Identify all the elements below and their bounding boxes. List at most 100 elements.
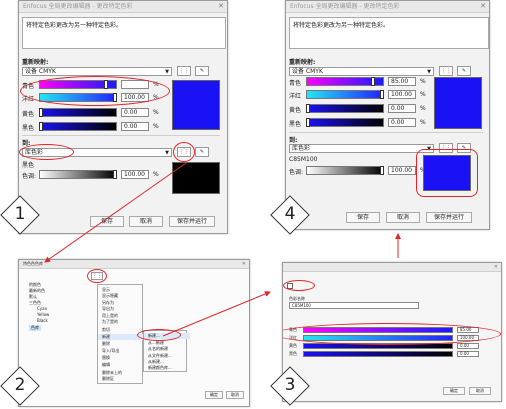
step4-save-run-button[interactable]: 保存并运行: [426, 212, 472, 223]
percent-label: %: [420, 91, 426, 98]
step1-color-picker-button[interactable]: ⋮⋮: [177, 66, 191, 76]
step1-highlight-picker: [173, 142, 195, 162]
step-badge-4: 4: [270, 195, 310, 235]
channel-label: 黄色: [289, 107, 302, 114]
tree-item-selected[interactable]: 色库: [29, 325, 41, 331]
step1-colorspace-select[interactable]: 设备 CMYK ▼: [22, 67, 172, 76]
tree-item[interactable]: Black: [37, 318, 48, 323]
tree-item[interactable]: Cyan: [37, 306, 47, 311]
step4-colorspace-value: 设备 CMYK: [292, 68, 323, 75]
black-slider[interactable]: [303, 351, 453, 357]
step2-titlebar: 特色色色库 ✕: [19, 260, 249, 269]
step-number: 1: [14, 204, 26, 224]
tint-slider[interactable]: [39, 170, 117, 179]
step-number: 2: [14, 375, 26, 395]
percent-label: %: [420, 78, 426, 85]
step1-source-swatch: [172, 80, 220, 130]
step2-highlight-new: [137, 329, 181, 341]
menu-item[interactable]: 删除区: [102, 376, 114, 382]
menu-item[interactable]: 编辑: [102, 362, 110, 368]
chevron-down-icon: ▼: [427, 69, 431, 75]
step3-ok-button[interactable]: 确定: [443, 387, 465, 395]
menu-item[interactable]: 删除: [102, 341, 110, 347]
percent-label: %: [420, 105, 426, 112]
slider-thumb[interactable]: [380, 90, 384, 99]
step1-save-run-button[interactable]: 保存并运行: [169, 216, 215, 227]
step4-save-button[interactable]: 保存: [346, 212, 380, 223]
step4-target-type-select[interactable]: 库色彩 ▼: [289, 144, 434, 153]
channel-label: 青色: [289, 80, 302, 87]
yellow-value-field[interactable]: 0.00: [388, 104, 416, 113]
step4-channel-black: 黑色 0.00 %: [289, 118, 449, 128]
step3-cancel-button[interactable]: 取消: [469, 387, 491, 395]
black-value-field[interactable]: 0.00: [388, 118, 416, 127]
submenu-item[interactable]: 从名的新建: [148, 346, 168, 352]
percent-label: %: [153, 123, 159, 130]
step1-eyedropper-button[interactable]: ✎: [195, 66, 209, 76]
black-value-field[interactable]: 0.00: [457, 351, 479, 357]
channel-label: 洋红: [289, 93, 302, 100]
step2-cancel-button[interactable]: 取消: [226, 391, 244, 399]
step1-target-swatch: [172, 162, 220, 194]
yellow-value-field[interactable]: 0.00: [457, 343, 479, 349]
step1-colorspace-value: 设备 CMYK: [25, 68, 56, 75]
step1-save-button[interactable]: 保存: [90, 216, 124, 227]
step1-tint-row: 色调: 100.00 %: [22, 170, 182, 180]
slider-thumb[interactable]: [39, 108, 43, 117]
slider-thumb[interactable]: [113, 170, 117, 179]
cyan-value-field[interactable]: 85.00: [388, 77, 416, 86]
divider: [289, 132, 483, 133]
black-slider[interactable]: [306, 118, 384, 127]
tree-item[interactable]: Yellow: [37, 312, 49, 317]
menu-item[interactable]: 为了是的: [102, 319, 118, 325]
tint-slider[interactable]: [306, 166, 384, 175]
step4-target-name: C85M100: [289, 156, 318, 163]
step1-channel-black: 黑色 0.00 %: [22, 122, 182, 132]
channel-label: 黄色: [22, 111, 35, 118]
menu-item[interactable]: 剪切: [102, 327, 110, 333]
slider-thumb[interactable]: [371, 77, 375, 86]
yellow-value-field[interactable]: 0.00: [121, 108, 149, 117]
tint-value-field[interactable]: 100.00: [121, 170, 149, 179]
slider-thumb[interactable]: [306, 118, 310, 127]
step4-to-label: 到:: [289, 137, 298, 144]
menu-item[interactable]: 替换: [102, 355, 110, 361]
yellow-slider[interactable]: [306, 104, 384, 113]
step1-cancel-button[interactable]: 取消: [129, 216, 163, 227]
close-icon[interactable]: ✕: [218, 1, 224, 12]
step4-color-picker-button[interactable]: ⋮⋮: [439, 66, 453, 76]
black-slider[interactable]: [39, 122, 117, 131]
step4-cancel-button[interactable]: 取消: [386, 212, 420, 223]
step1-title: Enfocus 全局更改编辑器 - 更改特定色彩: [23, 3, 133, 10]
step4-eyedropper-button[interactable]: ✎: [457, 66, 471, 76]
menu-item[interactable]: 显示隐藏: [102, 293, 118, 299]
slider-thumb[interactable]: [306, 104, 310, 113]
step3-name-field[interactable]: C85M100: [289, 302, 419, 309]
tint-value-field[interactable]: 100.00: [388, 166, 416, 175]
close-icon[interactable]: ✕: [480, 1, 486, 12]
slider-thumb[interactable]: [39, 122, 43, 131]
step4-dialog: Enfocus 全局更改编辑器 - 更改特定色彩 ✕ 将特定色彩更改为另一种特定色…: [285, 0, 490, 230]
magenta-value-field[interactable]: 100.00: [388, 90, 416, 99]
step4-highlight-swatch: [416, 149, 478, 197]
slider-thumb[interactable]: [380, 166, 384, 175]
step3-dialog: ✕ 色彩名称 C85M100 青色 85.00 洋红 100.00 黄色 0.0…: [282, 262, 502, 402]
divider: [22, 135, 220, 136]
step1-highlight-sliders: [20, 76, 170, 106]
step3-channel-black: 黑色 0.00: [289, 351, 499, 357]
submenu-item[interactable]: 新建颜色库...: [148, 365, 172, 371]
yellow-slider[interactable]: [39, 108, 117, 117]
magenta-slider[interactable]: [306, 90, 384, 99]
step4-colorspace-select[interactable]: 设备 CMYK ▼: [289, 67, 434, 76]
menu-item[interactable]: 导出为: [102, 306, 114, 312]
menu-item[interactable]: 导入/导出: [102, 348, 119, 354]
close-icon[interactable]: ✕: [494, 263, 498, 271]
close-icon[interactable]: ✕: [242, 260, 246, 268]
step2-ok-button[interactable]: 确定: [205, 391, 223, 399]
step4-channel-magenta: 洋红 100.00 %: [289, 90, 449, 100]
black-value-field[interactable]: 0.00: [121, 122, 149, 131]
step2-tree: 的颜色 最新的色 默认 三色色 Cyan Yellow Black 色库: [23, 282, 93, 362]
step1-target-eyedropper-button[interactable]: ✎: [195, 147, 209, 157]
step4-title: Enfocus 全局更改编辑器 - 更改特定色彩: [290, 3, 400, 10]
step3-highlight-sliders: [283, 323, 501, 345]
